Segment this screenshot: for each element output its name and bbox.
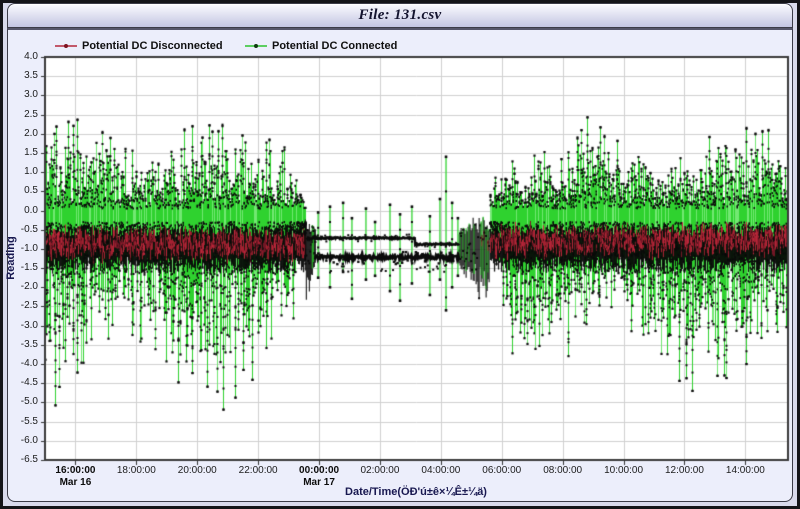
y-tick-label: 0.5	[8, 185, 38, 197]
y-axis-title: Reading	[5, 230, 19, 286]
y-tick-label: -5.5	[8, 416, 38, 428]
legend-marker-icon	[245, 41, 267, 51]
application-window: File: 131.csv Potential DC DisconnectedP…	[0, 0, 800, 509]
x-axis-title: Date/Time(ÖÐ'ú±ê×¼Ê±¼ä)	[266, 486, 566, 498]
y-tick-label: -3.5	[8, 339, 38, 351]
y-tick-label: 0.0	[8, 205, 38, 217]
chart-panel: Potential DC DisconnectedPotential DC Co…	[7, 28, 793, 502]
window-title: File: 131.csv	[358, 7, 441, 24]
y-tick-label: -3.0	[8, 320, 38, 332]
y-tick-label: 1.5	[8, 147, 38, 159]
x-tick-date: Mar 16	[43, 477, 107, 489]
plot-area[interactable]	[40, 51, 790, 467]
y-tick-label: 4.0	[8, 51, 38, 63]
y-tick-label: -4.5	[8, 377, 38, 389]
window-titlebar[interactable]: File: 131.csv	[7, 3, 793, 28]
y-tick-label: 2.0	[8, 128, 38, 140]
y-tick-label: 3.0	[8, 89, 38, 101]
y-tick-label: 1.0	[8, 166, 38, 178]
y-tick-label: 3.5	[8, 70, 38, 82]
legend-marker-icon	[55, 41, 77, 51]
y-tick-label: -4.0	[8, 358, 38, 370]
y-tick-label: -2.5	[8, 300, 38, 312]
y-tick-label: -6.5	[8, 454, 38, 466]
y-tick-label: -6.0	[8, 435, 38, 447]
y-tick-label: 2.5	[8, 109, 38, 121]
y-tick-label: -5.0	[8, 396, 38, 408]
x-tick-label: 16:00:00Mar 16	[43, 465, 107, 489]
